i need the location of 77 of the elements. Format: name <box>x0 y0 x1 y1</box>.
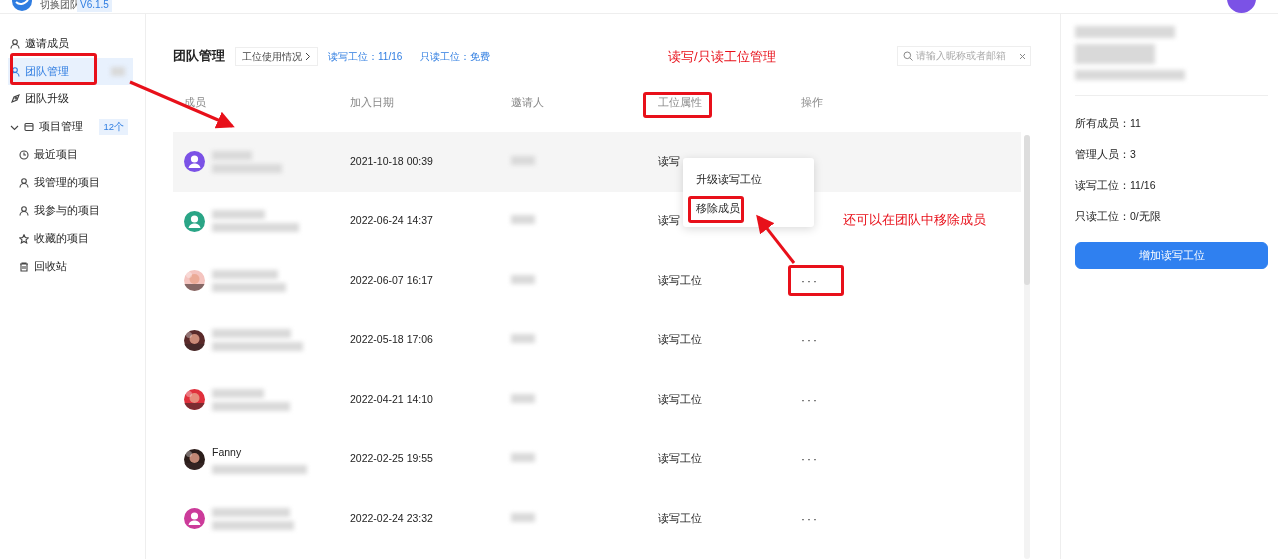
redacted-block <box>511 393 535 403</box>
redacted-block <box>111 67 125 76</box>
menu-item[interactable]: 升级读写工位 <box>683 165 814 194</box>
table-cell-text: 读写工位 <box>658 510 703 526</box>
sidebar-item[interactable]: 项目管理 12个 <box>0 113 133 141</box>
table-cell-text: 2022-02-25 19:55 <box>350 451 434 467</box>
user-icon <box>19 178 29 188</box>
chevron-right-icon <box>305 51 311 61</box>
sidebar-item[interactable]: 收藏的项目 <box>0 225 133 253</box>
highlight-frame <box>688 196 744 223</box>
count-badge: 12个 <box>99 118 128 136</box>
table-cell-text: 2022-06-07 16:17 <box>350 272 434 288</box>
redacted-block <box>511 334 535 344</box>
redacted-block <box>212 150 252 160</box>
folder-icon <box>24 122 34 132</box>
table-cell-text: 2022-05-18 17:06 <box>350 332 434 348</box>
table-cell-text: 读写 <box>658 213 681 229</box>
star-icon <box>19 234 29 244</box>
sidebar-item[interactable]: 邀请成员 <box>0 30 133 58</box>
usage-button[interactable]: 工位使用情况 <box>235 46 318 66</box>
more-button[interactable]: ··· <box>801 511 819 526</box>
column-header: 工位属性 <box>658 95 703 111</box>
menu-item[interactable]: 移除成员 <box>683 194 814 223</box>
table-cell-text: 读写工位 <box>658 272 703 288</box>
table-cell-text: 2022-04-21 14:10 <box>350 391 434 407</box>
stat-text: 读写工位：11/16 <box>1075 177 1157 193</box>
search-field[interactable]: 请输入昵称或者邮箱 <box>897 46 1031 66</box>
member-name: Fanny <box>212 444 243 460</box>
table-cell-text: 读写工位 <box>658 391 703 407</box>
sidebar-item[interactable]: 团队升级 <box>0 85 133 113</box>
clock-icon <box>19 150 29 160</box>
version-tag: V6.1.5 <box>77 0 112 12</box>
highlight-frame <box>643 92 712 118</box>
table-cell-text: 读写工位 <box>658 451 703 467</box>
table-cell-text: 读写工位 <box>658 332 703 348</box>
column-header: 操作 <box>801 95 824 111</box>
sidebar-item[interactable]: 我参与的项目 <box>0 197 133 225</box>
column-header: 邀请人 <box>511 95 545 111</box>
annotation-text: 还可以在团队中移除成员 <box>843 211 986 229</box>
table-cell-text: 2021-10-18 00:39 <box>350 153 434 169</box>
column-header: 加入日期 <box>350 95 395 111</box>
seat-count: 读写工位：11/16 <box>328 49 403 64</box>
more-button[interactable]: ··· <box>801 273 819 288</box>
user-icon <box>10 39 20 49</box>
sidebar-item[interactable]: 我管理的项目 <box>0 169 133 197</box>
redacted-block <box>511 453 535 463</box>
annotation-text: 读写/只读工位管理 <box>668 48 776 66</box>
redacted-block <box>212 210 265 220</box>
table-cell-text: 读写 <box>658 153 681 169</box>
redacted-block <box>212 269 278 279</box>
stat-text: 所有成员：11 <box>1075 115 1142 131</box>
sidebar-item[interactable]: 回收站 <box>0 253 133 281</box>
user-icon <box>10 66 20 77</box>
table-cell-text: 2022-02-24 23:32 <box>350 510 434 526</box>
redacted-block <box>212 163 282 173</box>
add-seat-button[interactable]: 增加读写工位 <box>1075 242 1268 269</box>
scrollbar[interactable] <box>1024 135 1030 559</box>
seat-count: 只读工位：免费 <box>420 49 491 64</box>
more-button[interactable]: ··· <box>801 392 819 407</box>
search-icon <box>903 51 913 61</box>
redacted-block <box>212 388 264 398</box>
redacted-block <box>511 215 535 225</box>
page-title: 团队管理 <box>173 47 225 65</box>
stat-text: 只读工位：0/无限 <box>1075 208 1162 224</box>
redacted-block <box>511 155 535 165</box>
sidebar-item[interactable]: 最近项目 <box>0 141 133 169</box>
more-button[interactable]: ··· <box>801 333 819 348</box>
rocket-icon <box>10 94 20 104</box>
redacted-block <box>511 274 535 284</box>
clear-icon <box>1019 52 1026 60</box>
trash-icon <box>19 262 29 272</box>
more-button[interactable]: ··· <box>801 452 819 467</box>
highlight-frame <box>788 265 844 296</box>
user-icon <box>19 206 29 216</box>
table-cell-text: 2022-06-24 14:37 <box>350 213 434 229</box>
redacted-block <box>511 512 535 522</box>
stat-text: 管理人员：3 <box>1075 146 1137 162</box>
